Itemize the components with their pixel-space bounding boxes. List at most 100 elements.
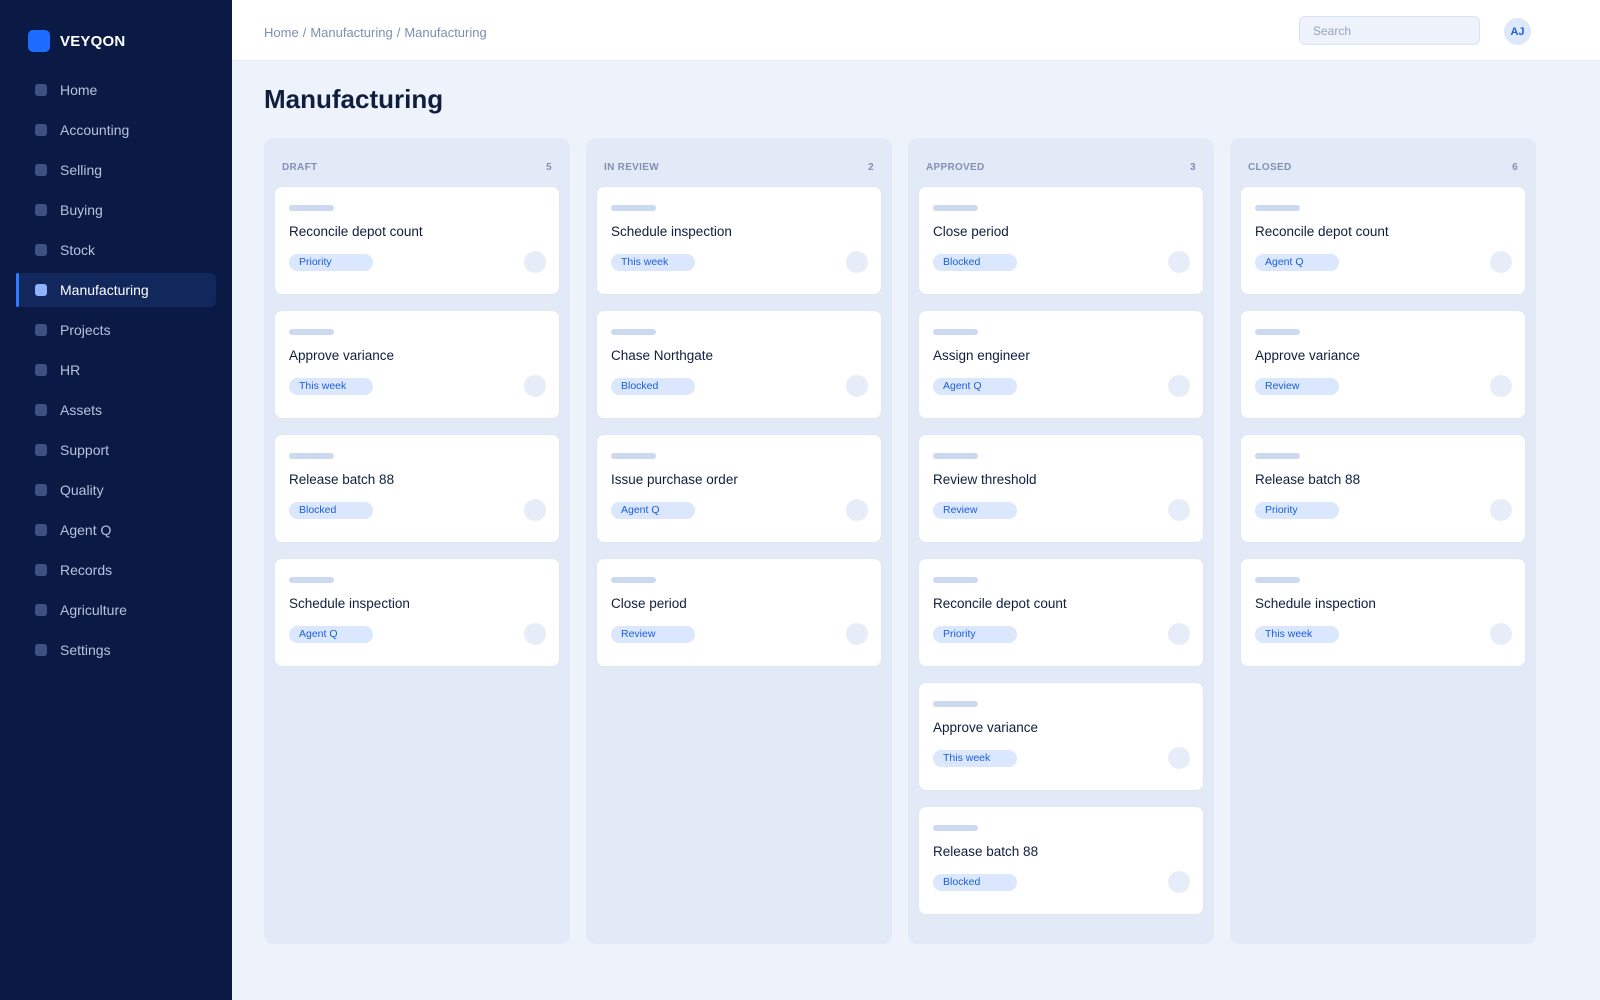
- card-tag: Review: [933, 502, 1017, 519]
- task-card[interactable]: Reconcile depot count Priority: [918, 558, 1204, 667]
- sidebar-item-home[interactable]: Home: [16, 73, 216, 107]
- assignee-avatar[interactable]: [1168, 251, 1190, 273]
- task-card[interactable]: Release batch 88 Priority: [1240, 434, 1526, 543]
- sidebar-item-agriculture[interactable]: Agriculture: [16, 593, 216, 627]
- assignee-avatar[interactable]: [846, 499, 868, 521]
- column-title: IN REVIEW: [604, 161, 659, 173]
- task-card[interactable]: Approve variance This week: [918, 682, 1204, 791]
- card-placeholder-bar: [1255, 329, 1300, 335]
- sidebar-item-label: Agent Q: [60, 522, 112, 538]
- sidebar-item-label: Records: [60, 562, 113, 578]
- assignee-avatar[interactable]: [1490, 623, 1512, 645]
- card-placeholder-bar: [1255, 577, 1300, 583]
- card-title: Schedule inspection: [289, 596, 410, 611]
- task-card[interactable]: Reconcile depot count Agent Q: [1240, 186, 1526, 295]
- breadcrumb-item[interactable]: Home: [264, 25, 299, 40]
- sidebar-item-buying[interactable]: Buying: [16, 193, 216, 227]
- sidebar-item-settings[interactable]: Settings: [16, 633, 216, 667]
- card-placeholder-bar: [289, 205, 334, 211]
- task-card[interactable]: Approve variance Review: [1240, 310, 1526, 419]
- assignee-avatar[interactable]: [846, 375, 868, 397]
- nav-square-icon: [35, 124, 47, 136]
- task-card[interactable]: Assign engineer Agent Q: [918, 310, 1204, 419]
- card-placeholder-bar: [289, 577, 334, 583]
- sidebar-item-hr[interactable]: HR: [16, 353, 216, 387]
- nav-square-icon: [35, 524, 47, 536]
- task-card[interactable]: Schedule inspection This week: [596, 186, 882, 295]
- assignee-avatar[interactable]: [1168, 747, 1190, 769]
- assignee-avatar[interactable]: [524, 375, 546, 397]
- assignee-avatar[interactable]: [1168, 375, 1190, 397]
- task-card[interactable]: Schedule inspection This week: [1240, 558, 1526, 667]
- card-tag: Blocked: [289, 502, 373, 519]
- assignee-avatar[interactable]: [846, 251, 868, 273]
- sidebar-item-label: Agriculture: [60, 602, 127, 618]
- card-tag: This week: [289, 378, 373, 395]
- card-title: Reconcile depot count: [933, 596, 1067, 611]
- sidebar-item-records[interactable]: Records: [16, 553, 216, 587]
- card-placeholder-bar: [933, 825, 978, 831]
- sidebar-item-stock[interactable]: Stock: [16, 233, 216, 267]
- nav-square-icon: [35, 484, 47, 496]
- task-card[interactable]: Close period Review: [596, 558, 882, 667]
- card-tag: Blocked: [611, 378, 695, 395]
- brand-logo-icon: [28, 30, 50, 52]
- sidebar-item-manufacturing[interactable]: Manufacturing: [16, 273, 216, 307]
- breadcrumb-separator: /: [302, 25, 307, 40]
- breadcrumb-item[interactable]: Manufacturing: [310, 25, 392, 40]
- task-card[interactable]: Chase Northgate Blocked: [596, 310, 882, 419]
- sidebar-item-accounting[interactable]: Accounting: [16, 113, 216, 147]
- card-tag: Blocked: [933, 874, 1017, 891]
- page-title: Manufacturing: [264, 84, 444, 114]
- task-card[interactable]: Schedule inspection Agent Q: [274, 558, 560, 667]
- nav-square-icon: [35, 84, 47, 96]
- sidebar-item-projects[interactable]: Projects: [16, 313, 216, 347]
- card-title: Issue purchase order: [611, 472, 738, 487]
- task-card[interactable]: Reconcile depot count Priority: [274, 186, 560, 295]
- assignee-avatar[interactable]: [846, 623, 868, 645]
- sidebar-item-agent-q[interactable]: Agent Q: [16, 513, 216, 547]
- task-card[interactable]: Approve variance This week: [274, 310, 560, 419]
- topbar: Home/Manufacturing/Manufacturing AJ: [232, 0, 1600, 61]
- sidebar-item-selling[interactable]: Selling: [16, 153, 216, 187]
- task-card[interactable]: Release batch 88 Blocked: [274, 434, 560, 543]
- nav-square-icon: [35, 564, 47, 576]
- column-header: DRAFT 5: [282, 160, 552, 174]
- assignee-avatar[interactable]: [524, 499, 546, 521]
- search-input[interactable]: [1299, 16, 1480, 45]
- assignee-avatar[interactable]: [524, 623, 546, 645]
- card-tag: Blocked: [933, 254, 1017, 271]
- sidebar-item-assets[interactable]: Assets: [16, 393, 216, 427]
- nav-square-icon: [35, 284, 47, 296]
- assignee-avatar[interactable]: [1168, 499, 1190, 521]
- assignee-avatar[interactable]: [524, 251, 546, 273]
- assignee-avatar[interactable]: [1490, 251, 1512, 273]
- card-tag: Agent Q: [933, 378, 1017, 395]
- task-card[interactable]: Issue purchase order Agent Q: [596, 434, 882, 543]
- column-header: CLOSED 6: [1248, 160, 1518, 174]
- task-card[interactable]: Review threshold Review: [918, 434, 1204, 543]
- assignee-avatar[interactable]: [1490, 375, 1512, 397]
- assignee-avatar[interactable]: [1490, 499, 1512, 521]
- assignee-avatar[interactable]: [1168, 871, 1190, 893]
- breadcrumb-item[interactable]: Manufacturing: [404, 25, 486, 40]
- sidebar-item-quality[interactable]: Quality: [16, 473, 216, 507]
- board-column-approved: APPROVED 3 Close period Blocked Assign engin…: [908, 138, 1214, 944]
- avatar[interactable]: AJ: [1504, 18, 1531, 45]
- nav-square-icon: [35, 324, 47, 336]
- card-title: Reconcile depot count: [289, 224, 423, 239]
- column-title: DRAFT: [282, 161, 318, 173]
- card-title: Schedule inspection: [611, 224, 732, 239]
- sidebar-item-label: Home: [60, 82, 98, 98]
- sidebar-item-label: Stock: [60, 242, 96, 258]
- nav-square-icon: [35, 444, 47, 456]
- sidebar-item-support[interactable]: Support: [16, 433, 216, 467]
- nav-square-icon: [35, 604, 47, 616]
- card-tag: Agent Q: [289, 626, 373, 643]
- task-card[interactable]: Release batch 88 Blocked: [918, 806, 1204, 915]
- card-placeholder-bar: [289, 453, 334, 459]
- breadcrumb: Home / Manufacturing / Manufacturing: [264, 25, 487, 40]
- assignee-avatar[interactable]: [1168, 623, 1190, 645]
- task-card[interactable]: Close period Blocked: [918, 186, 1204, 295]
- brand[interactable]: VEYQON: [28, 30, 125, 52]
